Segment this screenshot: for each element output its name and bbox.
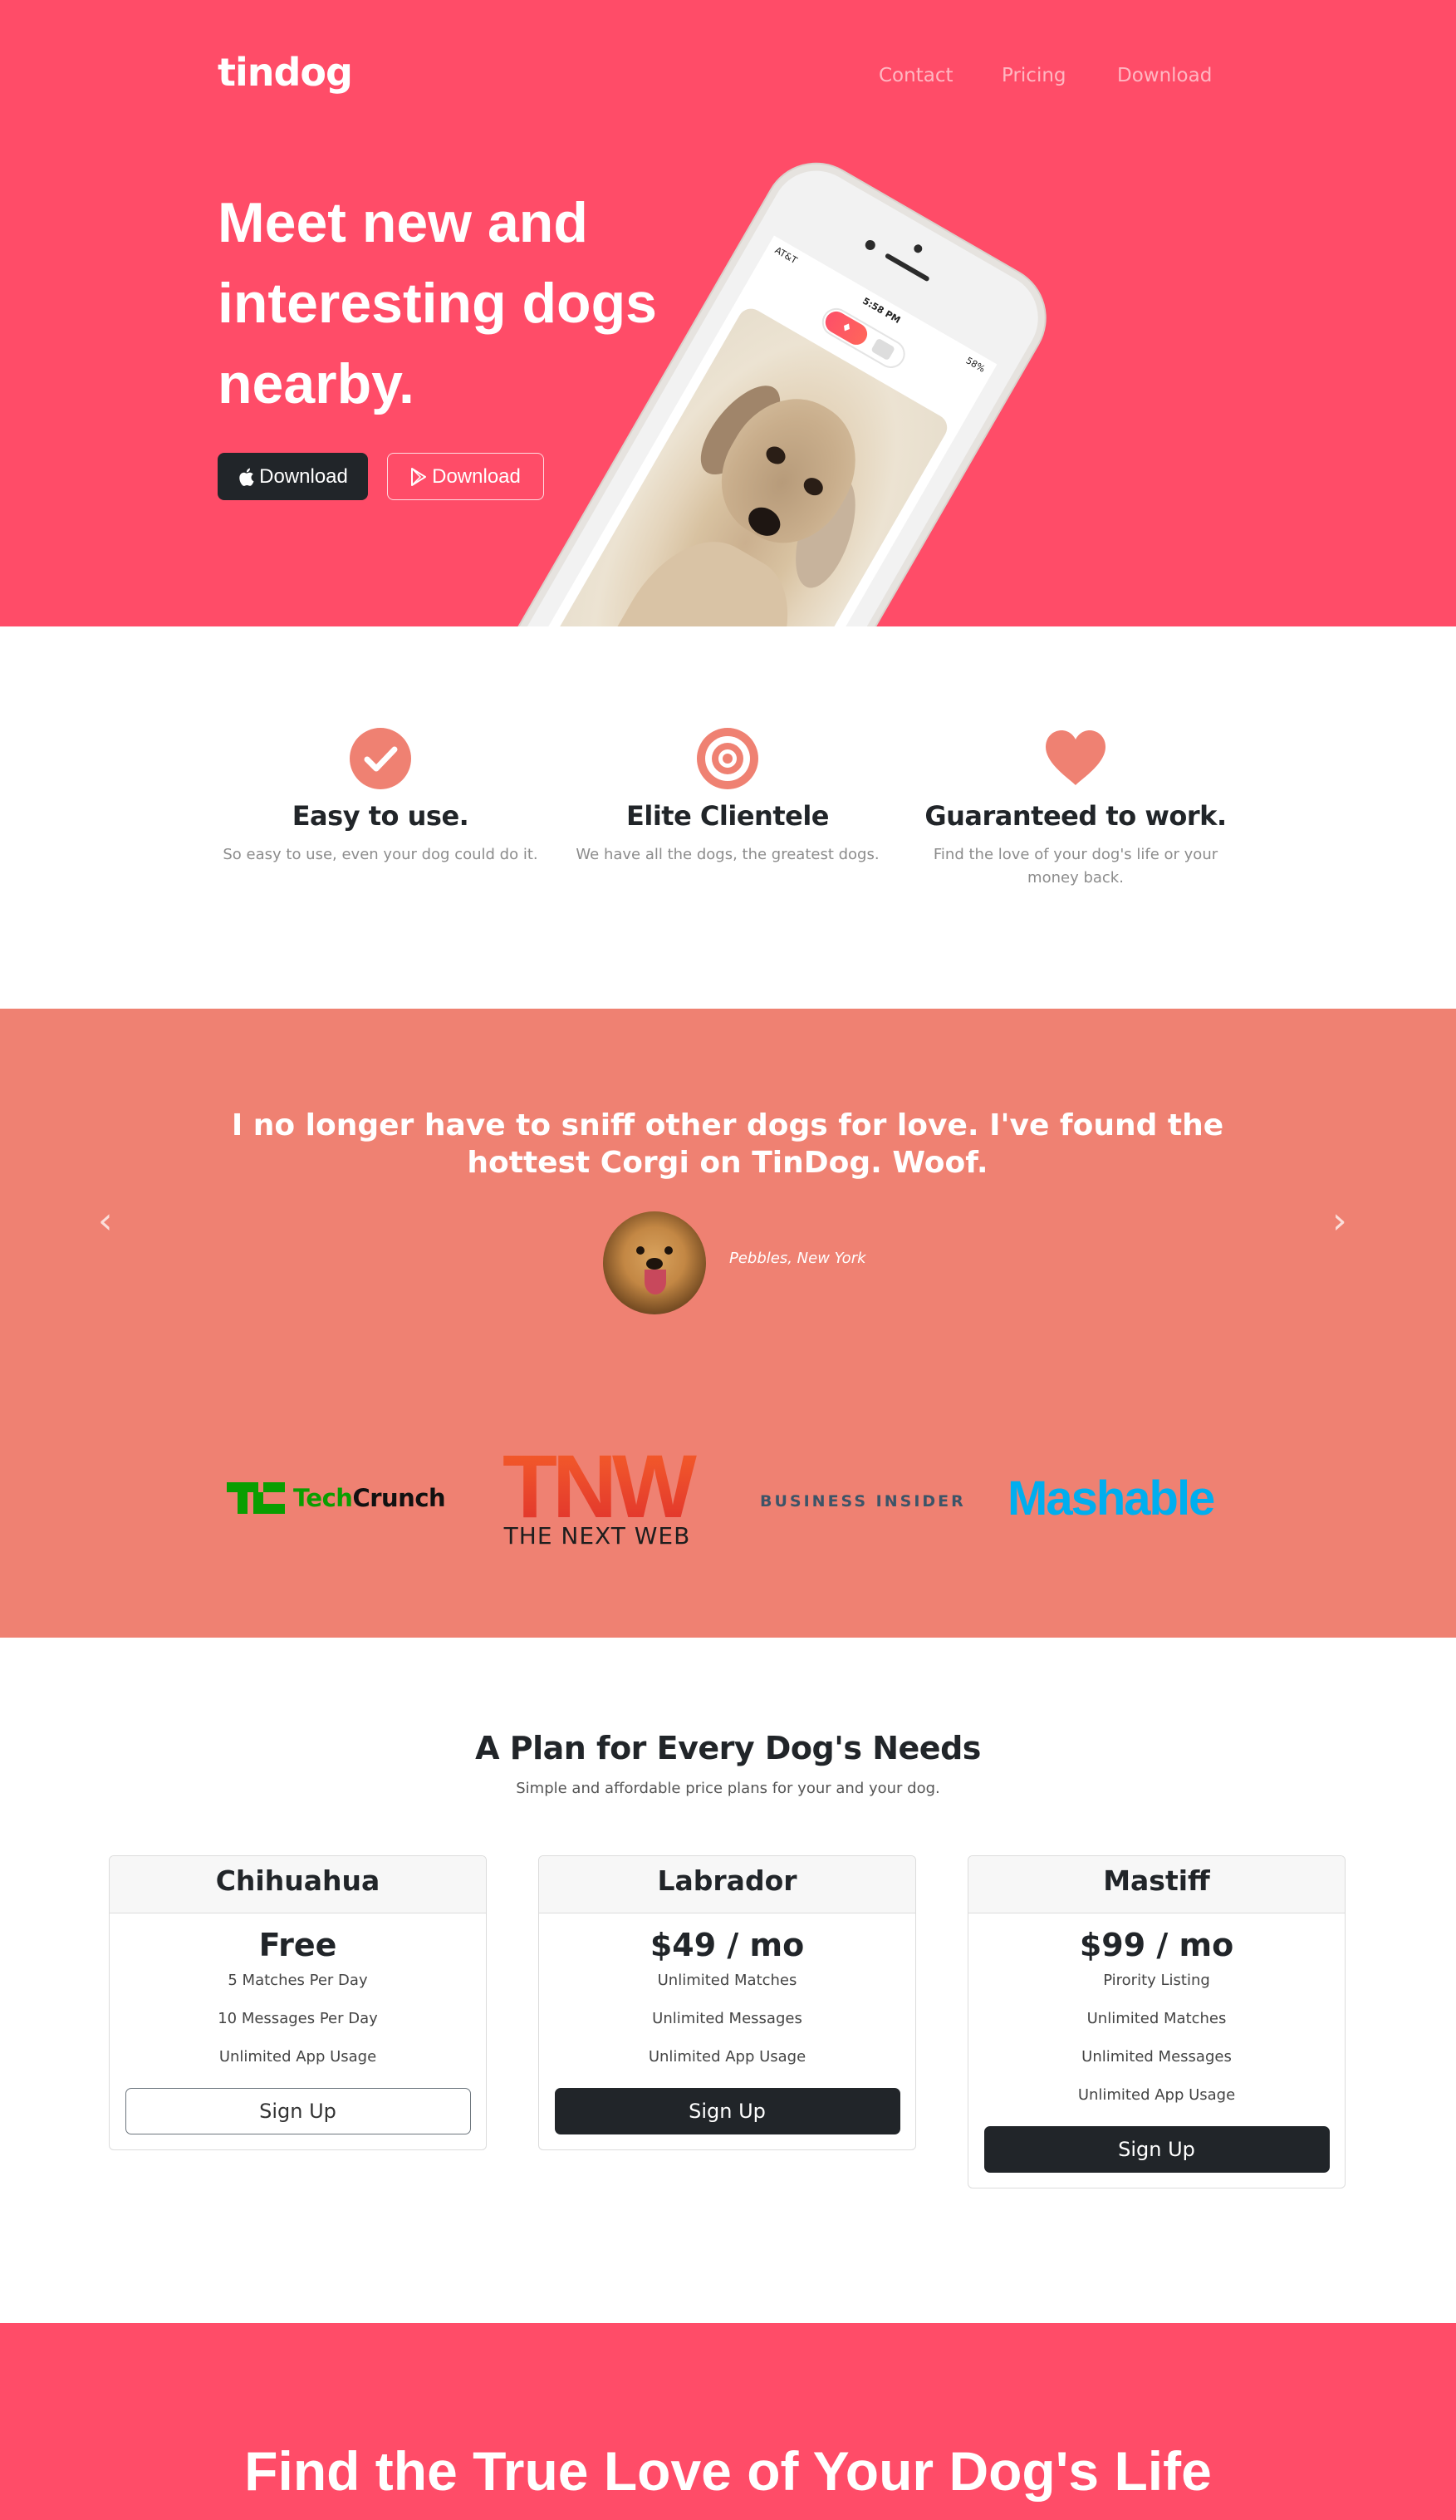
- testimonial-section: ‹ I no longer have to sniff other dogs f…: [0, 1009, 1456, 1638]
- pricing-card-mastiff: Mastiff $99 / mo Pirority Listing Unlimi…: [968, 1855, 1346, 2188]
- feature-text: We have all the dogs, the greatest dogs.: [576, 846, 880, 863]
- techcrunch-mark-icon: [227, 1482, 285, 1514]
- plan-name: Mastiff: [968, 1856, 1345, 1913]
- sign-up-button[interactable]: Sign Up: [554, 2088, 900, 2134]
- app-store-download-label: Download: [259, 464, 348, 488]
- nav-link-pricing[interactable]: Pricing: [1002, 65, 1066, 86]
- feature-easy-to-use: Easy to use. So easy to use, even your d…: [206, 727, 555, 867]
- the-next-web-logo: TNW THE NEXT WEB: [488, 1442, 706, 1550]
- apple-icon: [239, 468, 254, 486]
- pricing-title: A Plan for Every Dog's Needs: [475, 1730, 981, 1766]
- plan-name: Chihuahua: [110, 1856, 486, 1913]
- plan-feature: Pirority Listing: [1103, 1972, 1210, 1989]
- nav-link-contact[interactable]: Contact: [879, 65, 953, 86]
- sign-up-button[interactable]: Sign Up: [983, 2126, 1330, 2173]
- google-play-download-button[interactable]: Download: [387, 453, 544, 500]
- plan-feature: Unlimited Matches: [657, 1972, 797, 1989]
- check-circle-icon: [350, 728, 411, 789]
- phone-carrier: AT&T: [772, 244, 800, 266]
- phone-sensor: [863, 238, 877, 253]
- feature-guaranteed: Guaranteed to work. Find the love of you…: [901, 727, 1250, 890]
- feature-elite-clientele: Elite Clientele We have all the dogs, th…: [553, 727, 902, 867]
- phone-battery: 58%: [963, 354, 988, 375]
- testimonial-author: Pebbles, New York: [729, 1250, 866, 1267]
- tnw-wordmark: THE NEXT WEB: [503, 1522, 691, 1550]
- feature-text: Find the love of your dog's life or your…: [933, 846, 1218, 887]
- plan-feature: Unlimited Messages: [652, 2010, 802, 2027]
- bullseye-icon: [697, 728, 758, 789]
- phone-time: 5:58 PM: [860, 295, 903, 326]
- plan-price: $49 / mo: [650, 1927, 805, 1963]
- heart-icon: [1046, 730, 1105, 785]
- testimonial-quote: I no longer have to sniff other dogs for…: [231, 1108, 1224, 1180]
- mashable-logo: Mashable: [1007, 1471, 1215, 1525]
- techcrunch-logo: TechCrunch: [227, 1482, 446, 1514]
- app-store-download-button[interactable]: Download: [218, 453, 368, 500]
- carousel-prev-button[interactable]: ‹: [98, 1200, 113, 1242]
- cta-section: Find the True Love of Your Dog's Life: [0, 2323, 1456, 2520]
- techcrunch-crunch-text: Crunch: [352, 1484, 446, 1512]
- plan-feature: Unlimited App Usage: [648, 2048, 806, 2066]
- pricing-card-labrador: Labrador $49 / mo Unlimited Matches Unli…: [538, 1855, 916, 2150]
- plan-price: Free: [258, 1927, 337, 1963]
- feature-title: Easy to use.: [292, 800, 469, 832]
- pricing-card-chihuahua: Chihuahua Free 5 Matches Per Day 10 Mess…: [109, 1855, 487, 2150]
- feature-text: So easy to use, even your dog could do i…: [223, 846, 538, 863]
- pricing-subtitle: Simple and affordable price plans for yo…: [516, 1780, 940, 1797]
- plan-feature: Unlimited App Usage: [218, 2048, 377, 2066]
- plan-price: $99 / mo: [1079, 1927, 1234, 1963]
- cta-title: Find the True Love of Your Dog's Life: [244, 2440, 1212, 2502]
- feature-title: Guaranteed to work.: [924, 800, 1227, 832]
- flame-icon: ♦: [821, 307, 871, 349]
- plan-feature: Unlimited Matches: [1086, 2010, 1227, 2027]
- plan-name: Labrador: [539, 1856, 915, 1913]
- phone-speaker: [884, 253, 930, 282]
- plan-feature: 10 Messages Per Day: [218, 2010, 378, 2027]
- testimonial-avatar: [603, 1211, 706, 1314]
- nav-link-download[interactable]: Download: [1117, 65, 1212, 86]
- feature-title: Elite Clientele: [625, 800, 830, 832]
- phone-front-camera: [912, 243, 924, 255]
- hero-section: tindog Contact Pricing Download Meet new…: [0, 0, 1456, 626]
- brand-logo[interactable]: tindog: [218, 50, 353, 95]
- google-play-download-label: Download: [432, 464, 521, 488]
- plan-feature: Unlimited App Usage: [1077, 2086, 1236, 2104]
- tnw-mark: TNW: [488, 1442, 706, 1531]
- plan-feature: 5 Matches Per Day: [228, 1972, 368, 1989]
- sign-up-button[interactable]: Sign Up: [125, 2088, 471, 2134]
- carousel-next-button[interactable]: ›: [1332, 1200, 1347, 1242]
- google-play-icon: [411, 467, 427, 486]
- plan-feature: Unlimited Messages: [1081, 2048, 1232, 2066]
- business-insider-logo: BUSINESS INSIDER: [760, 1492, 966, 1511]
- techcrunch-tech-text: Tech: [293, 1484, 353, 1512]
- messages-icon: [870, 337, 895, 361]
